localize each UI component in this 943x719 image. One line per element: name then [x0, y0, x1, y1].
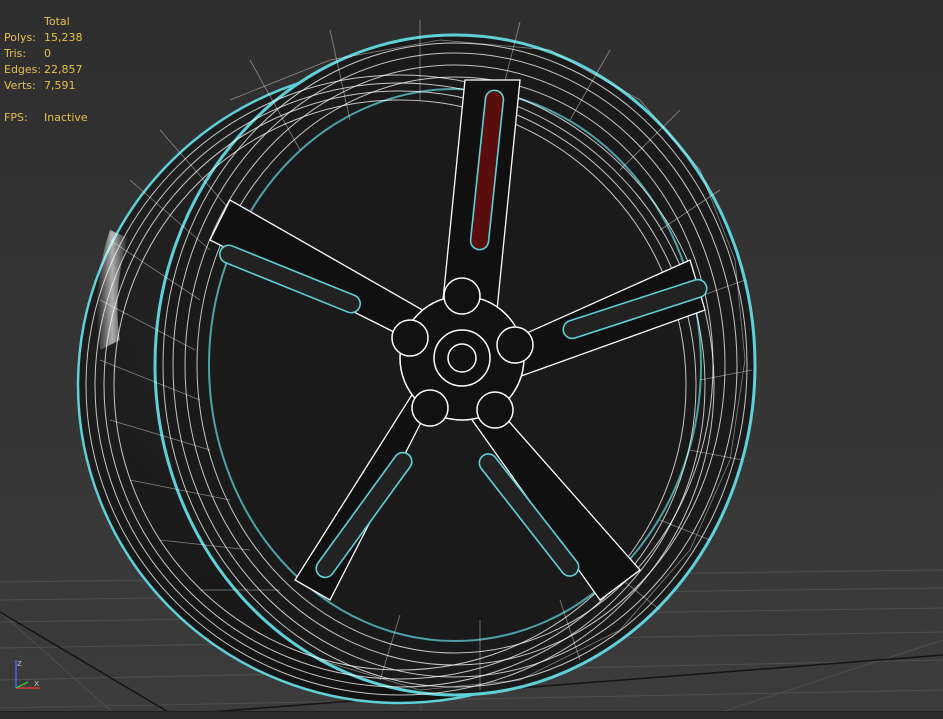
- stat-polys: Polys: 15,238: [4, 30, 88, 46]
- viewport-bottom-edge: [0, 711, 943, 719]
- stat-value: Inactive: [44, 111, 88, 124]
- stat-value: 22,857: [44, 63, 83, 76]
- gizmo-x-label: x: [34, 679, 40, 689]
- stat-tris: Tris: 0: [4, 46, 88, 62]
- stat-label: Tris:: [4, 47, 27, 60]
- viewport-scene[interactable]: [0, 0, 943, 719]
- statistics-overlay: Total Polys: 15,238 Tris: 0 Edges: 22,85…: [4, 14, 88, 126]
- stat-verts: Verts: 7,591: [4, 78, 88, 94]
- stat-value: 7,591: [44, 79, 76, 92]
- stat-fps: FPS: Inactive: [4, 110, 88, 126]
- stats-header: Total: [44, 15, 70, 28]
- gizmo-z-label: z: [17, 659, 22, 669]
- viewport[interactable]: Total Polys: 15,238 Tris: 0 Edges: 22,85…: [0, 0, 943, 719]
- wheel-model[interactable]: [76, 20, 757, 705]
- stat-label: Polys:: [4, 31, 36, 44]
- stat-value: 15,238: [44, 31, 83, 44]
- stat-label: Verts:: [4, 79, 36, 92]
- stat-label: FPS:: [4, 111, 28, 124]
- axis-gizmo-icon[interactable]: z x: [6, 652, 46, 694]
- stat-label: Edges:: [4, 63, 42, 76]
- stat-edges: Edges: 22,857: [4, 62, 88, 78]
- stat-value: 0: [44, 47, 51, 60]
